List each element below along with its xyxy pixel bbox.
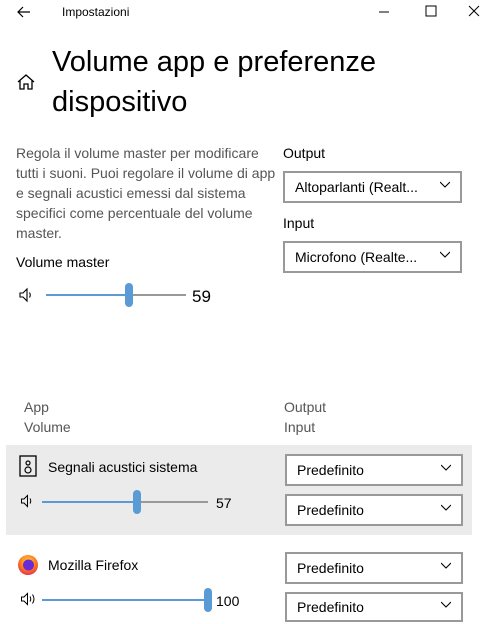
chevron-down-icon (441, 504, 451, 511)
app-header-label: App (24, 399, 49, 415)
chevron-down-icon (441, 464, 451, 471)
speaker-icon[interactable] (20, 493, 36, 509)
app-input-value: Predefinito (297, 502, 364, 518)
app-volume-slider[interactable] (42, 588, 212, 612)
input-header-label: Input (284, 419, 316, 435)
minimize-icon (379, 11, 389, 13)
maximize-button[interactable] (411, 0, 451, 22)
chevron-down-icon (441, 601, 451, 608)
chevron-down-icon (440, 251, 450, 258)
master-volume-value: 59 (192, 287, 211, 306)
slider-fill (46, 294, 129, 296)
master-volume-slider[interactable] (46, 283, 186, 307)
chevron-down-icon (441, 562, 451, 569)
output-header-label: Output (284, 399, 327, 415)
master-volume-label: Volume master (16, 254, 110, 270)
app-column-header: App Volume (24, 397, 71, 437)
app-input-dropdown[interactable]: Predefinito (285, 494, 463, 526)
slider-thumb[interactable] (125, 283, 133, 307)
app-output-value: Predefinito (297, 462, 364, 478)
close-button[interactable] (454, 0, 488, 22)
speaker-icon[interactable] (20, 591, 38, 607)
chevron-down-icon (440, 181, 450, 188)
input-label: Input (283, 215, 315, 231)
app-input-dropdown[interactable]: Predefinito (285, 592, 463, 622)
speaker-icon[interactable] (18, 286, 36, 304)
app-input-value: Predefinito (297, 599, 364, 615)
input-device-value: Microfono (Realte... (295, 249, 418, 265)
back-button[interactable] (10, 0, 38, 24)
slider-thumb[interactable] (133, 490, 141, 514)
page-title: Volume app e preferenze dispositivo (52, 46, 377, 118)
output-device-dropdown[interactable]: Altoparlanti (Realt... (283, 171, 462, 203)
device-column-header: Output Input (284, 397, 326, 437)
app-output-dropdown[interactable]: Predefinito (285, 454, 463, 486)
speaker-device-icon (18, 455, 38, 477)
home-button[interactable] (16, 72, 36, 92)
home-icon (17, 74, 35, 90)
maximize-icon (425, 5, 437, 17)
output-label: Output (283, 145, 326, 161)
title-bar: Impostazioni (0, 0, 488, 28)
back-arrow-icon (17, 6, 30, 18)
slider-fill (42, 501, 137, 503)
app-volume-value: 100 (216, 593, 240, 609)
description-text: Regola il volume master per modificare t… (16, 145, 276, 241)
app-name: Segnali acustici sistema (48, 459, 198, 475)
slider-fill (42, 599, 208, 601)
close-icon (468, 5, 480, 17)
volume-header-label: Volume (24, 419, 71, 435)
window-title: Impostazioni (62, 5, 130, 19)
app-output-value: Predefinito (297, 560, 364, 576)
app-volume-slider[interactable] (42, 490, 208, 514)
minimize-button[interactable] (364, 0, 404, 22)
app-volume-value: 57 (216, 495, 232, 511)
app-output-dropdown[interactable]: Predefinito (285, 552, 463, 584)
app-name: Mozilla Firefox (48, 557, 139, 573)
output-device-value: Altoparlanti (Realt... (295, 179, 418, 195)
input-device-dropdown[interactable]: Microfono (Realte... (283, 241, 462, 273)
firefox-icon (16, 552, 40, 576)
slider-thumb[interactable] (204, 588, 212, 612)
